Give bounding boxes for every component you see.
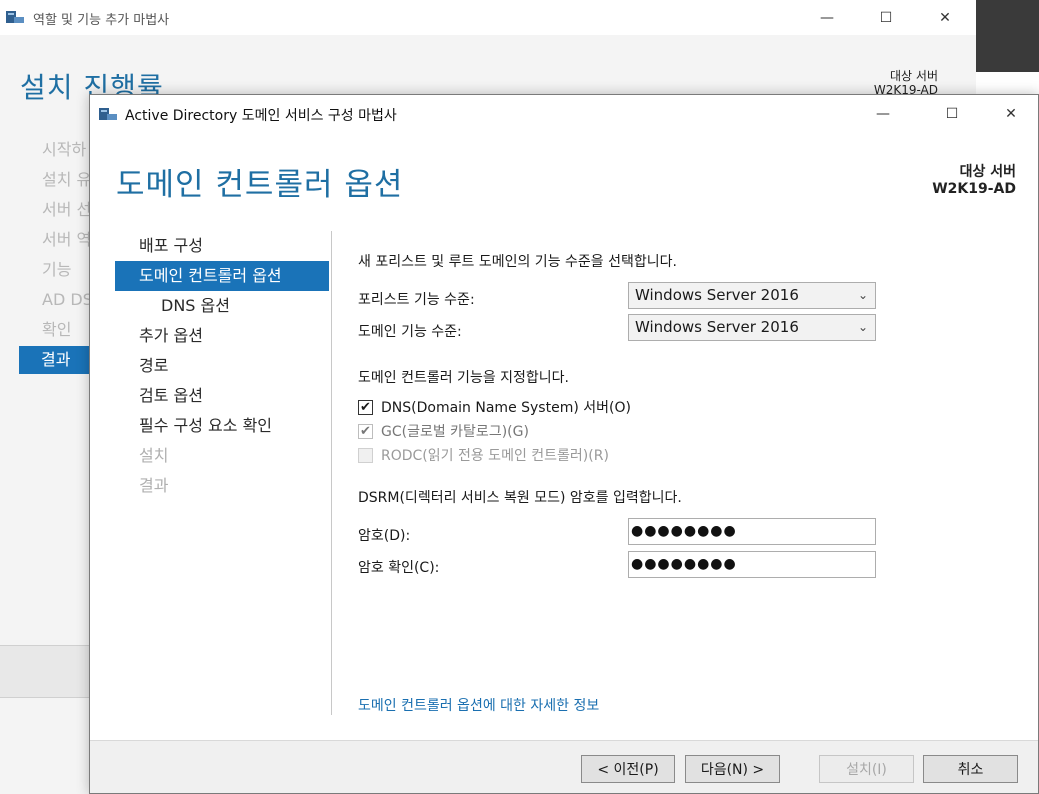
previous-button[interactable]: < 이전(P) bbox=[581, 755, 675, 783]
close-button[interactable]: ✕ bbox=[988, 96, 1034, 131]
cancel-button[interactable]: 취소 bbox=[923, 755, 1018, 783]
maximize-icon: ☐ bbox=[945, 105, 959, 122]
dsrm-prompt: DSRM(디렉터리 서비스 복원 모드) 암호를 입력합니다. bbox=[358, 490, 682, 506]
nav-item-dns-options[interactable]: DNS 옵션 bbox=[115, 291, 329, 321]
nav-divider bbox=[331, 231, 332, 715]
background-close-button[interactable]: ✕ bbox=[922, 0, 968, 35]
checkmark-icon: ✔ bbox=[360, 399, 371, 415]
nav-item-installation: 설치 bbox=[139, 446, 169, 465]
confirm-password-field[interactable]: ●●●●●●●● bbox=[628, 551, 876, 578]
domain-level-label: 도메인 기능 수준: bbox=[358, 324, 462, 340]
maximize-button[interactable]: ☐ bbox=[929, 96, 975, 131]
target-server-name: W2K19-AD bbox=[932, 181, 1016, 197]
forest-functional-level-select[interactable]: Windows Server 2016 ⌄ bbox=[628, 282, 876, 309]
forest-level-label: 포리스트 기능 수준: bbox=[358, 292, 475, 308]
background-nav-item-active: 결과 bbox=[19, 346, 89, 374]
background-maximize-button[interactable]: ☐ bbox=[863, 0, 909, 35]
background-window-title: 역할 및 기능 추가 마법사 bbox=[33, 13, 170, 28]
title-bar[interactable]: Active Directory 도메인 서비스 구성 마법사 — ☐ ✕ bbox=[90, 95, 1038, 132]
background-nav-item: AD DS bbox=[42, 290, 90, 309]
nav-item-review-options[interactable]: 검토 옵션 bbox=[115, 381, 329, 411]
nav-item-deployment-configuration[interactable]: 배포 구성 bbox=[115, 231, 329, 261]
background-nav-item: 기능 bbox=[42, 260, 72, 279]
dns-server-checkbox[interactable]: ✔ bbox=[358, 399, 373, 415]
nav-item-paths[interactable]: 경로 bbox=[115, 351, 329, 381]
background-nav-item: 설치 유 bbox=[42, 170, 90, 189]
background-minimize-button[interactable]: — bbox=[804, 0, 850, 35]
wizard-footer: < 이전(P) 다음(N) > 설치(I) 취소 bbox=[90, 740, 1038, 793]
dns-server-checkbox-row[interactable]: ✔ DNS(Domain Name System) 서버(O) bbox=[358, 397, 631, 417]
nav-item-domain-controller-options[interactable]: 도메인 컨트롤러 옵션 bbox=[115, 261, 329, 291]
global-catalog-checkbox: ✔ bbox=[358, 423, 373, 439]
next-button[interactable]: 다음(N) > bbox=[685, 755, 780, 783]
checkmark-icon: ✔ bbox=[360, 423, 371, 439]
nav-item-additional-options[interactable]: 추가 옵션 bbox=[115, 321, 329, 351]
background-nav-item: 서버 선 bbox=[42, 200, 90, 219]
close-icon: ✕ bbox=[1005, 105, 1017, 122]
rodc-checkbox bbox=[358, 447, 373, 463]
page-title: 도메인 컨트롤러 옵션 bbox=[116, 167, 404, 203]
functional-level-prompt: 새 포리스트 및 루트 도메인의 기능 수준을 선택합니다. bbox=[358, 254, 677, 270]
minimize-icon: — bbox=[820, 9, 834, 26]
domain-functional-level-value: Windows Server 2016 bbox=[635, 318, 799, 336]
password-label: 암호(D): bbox=[358, 528, 411, 544]
ad-ds-configuration-wizard-window: Active Directory 도메인 서비스 구성 마법사 — ☐ ✕ 도메… bbox=[89, 94, 1039, 794]
install-button: 설치(I) bbox=[819, 755, 914, 783]
forest-functional-level-value: Windows Server 2016 bbox=[635, 286, 799, 304]
target-server-label: 대상 서버 bbox=[959, 164, 1016, 180]
background-footer bbox=[0, 645, 90, 698]
server-manager-icon bbox=[6, 11, 24, 23]
confirm-password-label: 암호 확인(C): bbox=[358, 560, 440, 576]
window-title: Active Directory 도메인 서비스 구성 마법사 bbox=[125, 108, 397, 124]
background-target-server-label: 대상 서버 bbox=[890, 69, 938, 83]
rodc-checkbox-row: RODC(읽기 전용 도메인 컨트롤러)(R) bbox=[358, 445, 609, 465]
rodc-checkbox-label: RODC(읽기 전용 도메인 컨트롤러)(R) bbox=[381, 448, 609, 464]
close-icon: ✕ bbox=[939, 9, 951, 26]
nav-item-results: 결과 bbox=[139, 476, 169, 495]
maximize-icon: ☐ bbox=[879, 9, 893, 26]
background-nav-item: 시작하 bbox=[42, 140, 87, 159]
dns-server-checkbox-label: DNS(Domain Name System) 서버(O) bbox=[381, 400, 631, 416]
background-title-bar: 역할 및 기능 추가 마법사 — ☐ ✕ bbox=[0, 0, 976, 35]
more-info-link[interactable]: 도메인 컨트롤러 옵션에 대한 자세한 정보 bbox=[358, 695, 599, 715]
desktop-background bbox=[976, 0, 1039, 72]
background-nav-item: 확인 bbox=[42, 320, 72, 339]
minimize-icon: — bbox=[876, 105, 890, 122]
ad-ds-wizard-icon bbox=[99, 108, 117, 120]
global-catalog-checkbox-row: ✔ GC(글로벌 카탈로그)(G) bbox=[358, 421, 529, 441]
background-nav-item: 서버 역 bbox=[42, 230, 90, 249]
global-catalog-checkbox-label: GC(글로벌 카탈로그)(G) bbox=[381, 424, 529, 440]
capabilities-prompt: 도메인 컨트롤러 기능을 지정합니다. bbox=[358, 370, 569, 386]
chevron-down-icon: ⌄ bbox=[857, 288, 868, 302]
password-field[interactable]: ●●●●●●●● bbox=[628, 518, 876, 545]
minimize-button[interactable]: — bbox=[860, 96, 906, 131]
domain-functional-level-select[interactable]: Windows Server 2016 ⌄ bbox=[628, 314, 876, 341]
nav-item-prerequisites-check[interactable]: 필수 구성 요소 확인 bbox=[115, 411, 329, 441]
chevron-down-icon: ⌄ bbox=[857, 320, 868, 334]
